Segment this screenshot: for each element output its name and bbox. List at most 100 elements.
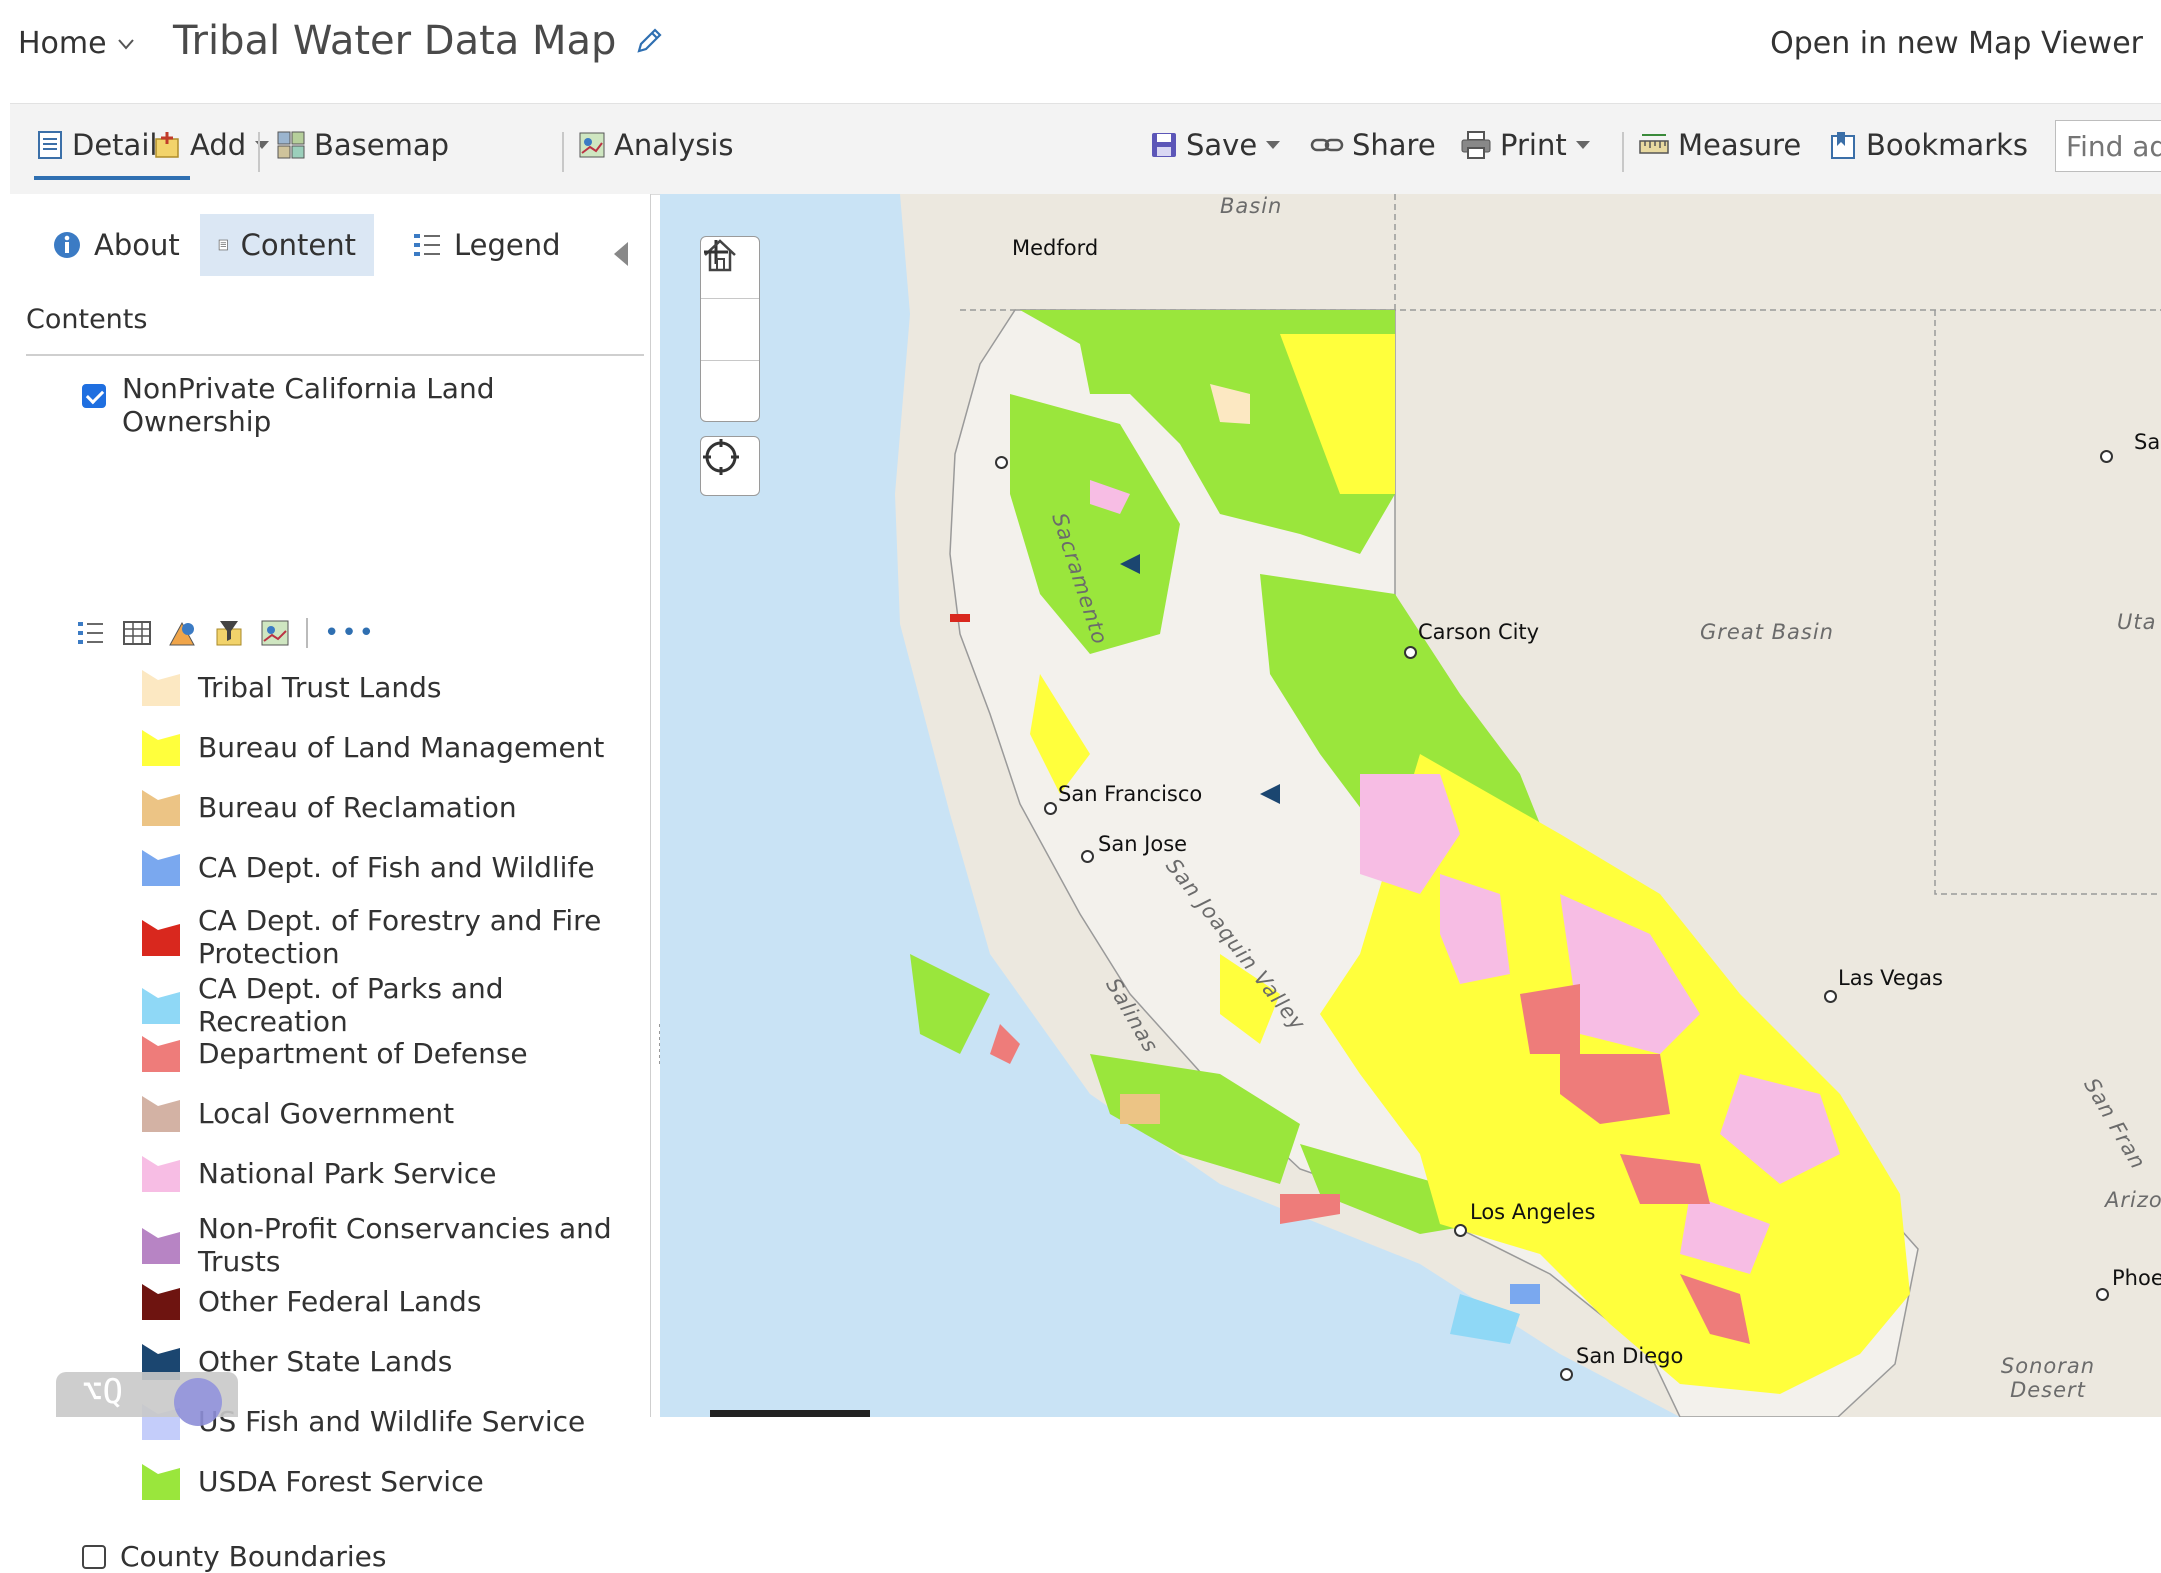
legend-swatch [142,920,180,956]
legend-item: Bureau of Land Management [140,726,660,768]
measure-button[interactable]: Measure [1638,128,1801,162]
legend-label: CA Dept. of Parks and Recreation [198,972,504,1038]
attribute-table-icon[interactable] [122,619,152,647]
basemap-label: Basemap [314,128,450,162]
city-marker-icon [1560,1368,1573,1381]
map-title: Tribal Water Data Map [173,18,664,64]
legend-label: Bureau of Reclamation [198,790,517,824]
legend-item: Tribal Trust Lands [140,666,660,708]
contents-heading: Contents [26,304,148,335]
chevron-down-icon [255,141,270,149]
zoom-controls [700,236,760,422]
active-tab-indicator [34,176,190,180]
tab-legend[interactable]: Legend [394,214,579,276]
legend-label: US Fish and Wildlife Service [198,1404,586,1438]
scale-bar [710,1410,870,1417]
more-options-icon[interactable]: ••• [324,618,376,648]
map-city-label: Phoe [2112,1266,2161,1290]
chevron-down-icon [117,38,134,50]
legend-label: Bureau of Land Management [198,730,605,764]
basemap-button[interactable]: Basemap [276,128,449,162]
details-button[interactable]: Details [36,128,173,162]
legend-swatch [142,1096,180,1132]
tab-about[interactable]: About [34,214,198,276]
legend-label: CA Dept. of Fish and Wildlife [198,850,595,884]
shortcut-text: ⌥Q [82,1372,123,1412]
ruler-icon [1639,134,1669,154]
map-city-label: Carson City [1418,620,1540,644]
city-marker-icon [2100,450,2113,463]
legend-item: Bureau of Reclamation [140,786,660,828]
layer-tools: ••• [76,616,376,650]
legend-item: CA Dept. of Forestry and Fire Protection [140,904,660,970]
city-marker-icon [1404,646,1417,659]
toolbar-divider [1622,132,1624,172]
bookmarks-button[interactable]: Bookmarks [1828,128,2028,162]
print-button[interactable]: Print [1460,128,1591,162]
legend-label: Other Federal Lands [198,1284,482,1318]
locate-button[interactable] [700,436,760,496]
home-menu[interactable]: Home [18,26,135,61]
legend-label: Non-Profit Conservancies and Trusts [198,1212,612,1278]
city-marker-icon [1081,850,1094,863]
map-city-label: Sal [2134,430,2161,454]
legend-swatch [142,1036,180,1072]
open-new-map-viewer-link[interactable]: Open in new Map Viewer [1770,26,2143,61]
legend-item: Non-Profit Conservancies and Trusts [140,1212,660,1278]
edit-pencil-icon[interactable] [634,26,664,56]
filter-icon[interactable] [214,619,244,647]
city-marker-icon [1044,802,1057,815]
change-style-icon[interactable] [168,619,198,647]
layer-name[interactable]: County Boundaries [120,1540,387,1573]
legend-item: Local Government [140,1092,660,1134]
legend-label: Department of Defense [198,1036,528,1070]
default-extent-button[interactable] [701,239,759,361]
legend-label: Tribal Trust Lands [198,670,442,704]
layer-name[interactable]: NonPrivate California Land Ownership [122,372,542,438]
chevron-down-icon [1266,141,1281,149]
collapse-sidebar-arrow-icon[interactable] [614,242,628,266]
layer-visibility-checkbox[interactable] [82,1544,106,1569]
find-address-input[interactable] [2055,120,2161,172]
print-label: Print [1500,128,1567,162]
show-legend-icon[interactable] [76,619,106,647]
legend-swatch [142,790,180,826]
perform-analysis-icon[interactable] [260,619,290,647]
map-region-label: Basin [1220,194,1283,218]
city-marker-icon [1824,990,1837,1003]
tab-content[interactable]: Content [200,214,374,276]
measure-label: Measure [1678,128,1802,162]
layer-visibility-checkbox[interactable] [82,384,106,408]
toolbar: Details Add Basemap Analysis Save Share … [10,103,2161,195]
save-disk-icon [1152,133,1176,157]
floating-shortcut-badge[interactable]: ⌥Q [56,1372,238,1426]
save-button[interactable]: Save [1150,128,1281,162]
legend-swatch [142,1464,180,1500]
add-label: Add [190,128,247,162]
legend-swatch [142,670,180,706]
map-region-label: Great Basin [1700,620,1834,644]
basemap-graphic [895,194,2161,1417]
tab-legend-label: Legend [454,228,561,262]
bookmarks-label: Bookmarks [1866,128,2029,162]
zoom-out-button[interactable] [701,250,759,421]
legend-swatch [142,1228,180,1264]
legend-label: National Park Service [198,1156,497,1190]
analysis-button[interactable]: Analysis [578,128,733,162]
legend-label: Other State Lands [198,1344,453,1378]
details-icon [38,131,62,159]
legend-label: CA Dept. of Forestry and Fire Protection [198,904,602,970]
map-view[interactable]: Basin Medford Carson City Great Basin Sa… [660,194,2161,1417]
map-city-label: Los Angeles [1470,1200,1596,1224]
legend-item: Other Federal Lands [140,1280,660,1322]
chevron-down-icon [1575,141,1590,149]
assistant-icon [174,1378,222,1426]
analysis-label: Analysis [614,128,734,162]
tools-divider [306,618,308,648]
map-region-label: Arizo [2105,1188,2161,1212]
share-button[interactable]: Share [1310,128,1436,162]
sidebar-tabs: About Content Legend [10,214,650,276]
map-city-label: San Francisco [1058,782,1203,806]
add-button[interactable]: Add [154,128,270,162]
top-header: Home Tribal Water Data Map Open in new M… [0,0,2161,100]
